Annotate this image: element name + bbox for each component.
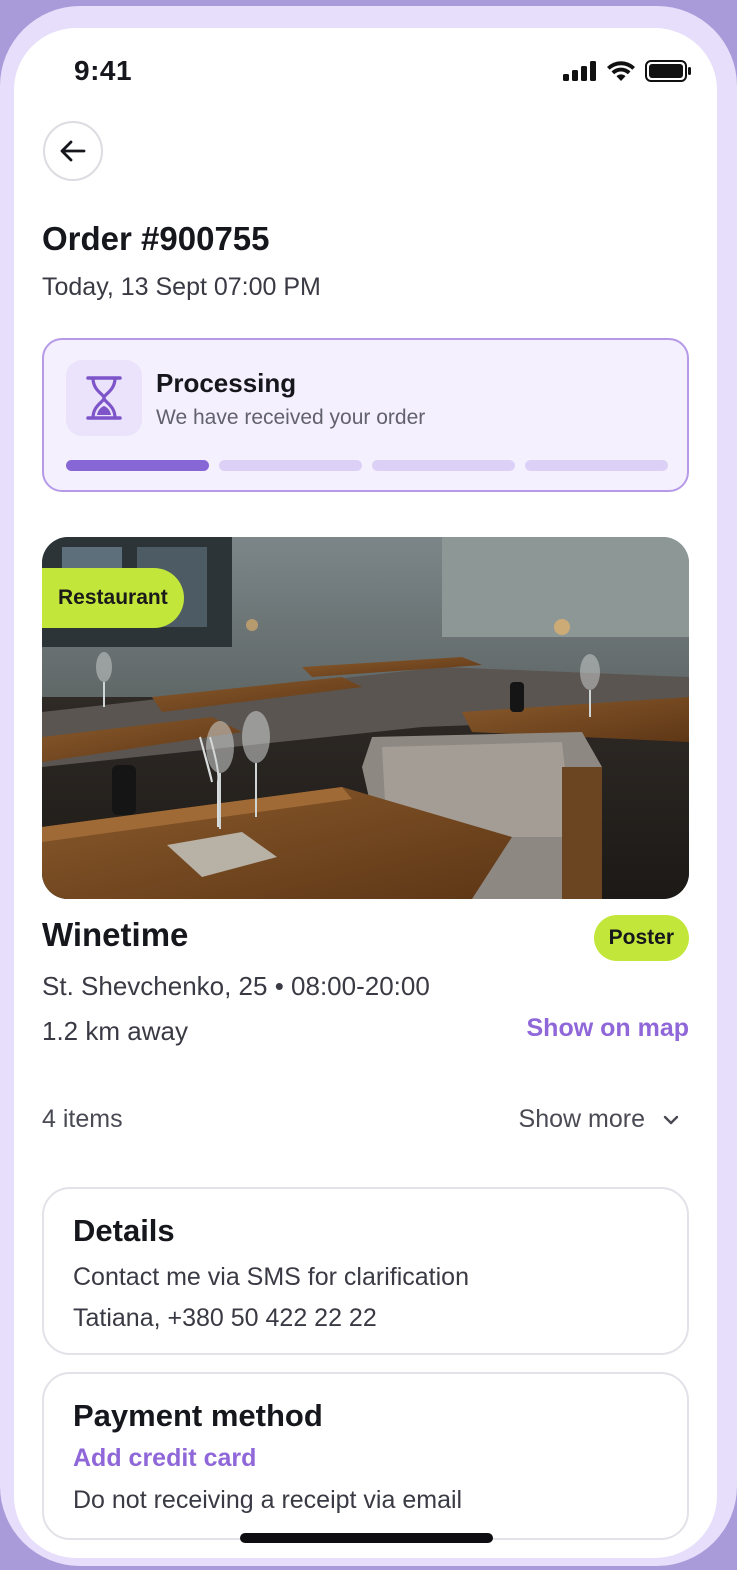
order-date: Today, 13 Sept 07:00 PM <box>42 273 321 301</box>
add-credit-card-link[interactable]: Add credit card <box>73 1444 256 1473</box>
home-indicator[interactable] <box>240 1533 493 1543</box>
payment-card: Payment method Add credit card Do not re… <box>42 1372 689 1540</box>
signal-icon <box>563 61 596 81</box>
place-distance: 1.2 km away <box>42 1016 188 1046</box>
status-bar: 9:41 <box>14 28 717 108</box>
details-title: Details <box>73 1213 175 1248</box>
back-button[interactable] <box>43 121 103 181</box>
details-card: Details Contact me via SMS for clarifica… <box>42 1187 689 1355</box>
status-icons <box>563 60 691 82</box>
category-tag: Restaurant <box>42 568 184 628</box>
progress-step-3 <box>372 460 515 471</box>
progress-step-4 <box>525 460 668 471</box>
receipt-note: Do not receiving a receipt via email <box>73 1486 463 1514</box>
hourglass-icon <box>86 376 122 420</box>
order-title: Order #900755 <box>42 220 270 257</box>
details-line-contact: Contact me via SMS for clarification <box>73 1263 469 1291</box>
arrow-left-icon <box>60 140 86 162</box>
chevron-down-icon <box>663 1115 679 1124</box>
wifi-icon <box>607 61 635 81</box>
place-address: St. Shevchenko, 25 • 08:00-20:00 <box>42 971 430 1001</box>
battery-icon <box>645 60 691 82</box>
status-subtitle: We have received your order <box>156 406 426 429</box>
status-time: 9:41 <box>74 55 133 86</box>
progress-step-1 <box>66 460 209 471</box>
details-line-person: Tatiana, +380 50 422 22 22 <box>73 1304 377 1332</box>
items-count: 4 items <box>42 1105 123 1133</box>
screen: 9:41 Order #900755 Today, 13 Sept 07:00 … <box>14 28 717 1558</box>
status-progress <box>66 460 668 471</box>
show-more-label: Show more <box>518 1105 645 1133</box>
show-more-button[interactable]: Show more <box>519 1105 679 1134</box>
show-on-map-link[interactable]: Show on map <box>527 1014 690 1043</box>
status-icon-box <box>66 360 142 436</box>
place-name: Winetime <box>42 916 189 953</box>
device-frame: 9:41 Order #900755 Today, 13 Sept 07:00 … <box>0 6 737 1566</box>
payment-title: Payment method <box>73 1398 323 1433</box>
status-title: Processing <box>156 368 297 398</box>
poster-badge: Poster <box>593 915 689 961</box>
order-status-card: Processing We have received your order <box>42 338 689 492</box>
progress-step-2 <box>219 460 362 471</box>
